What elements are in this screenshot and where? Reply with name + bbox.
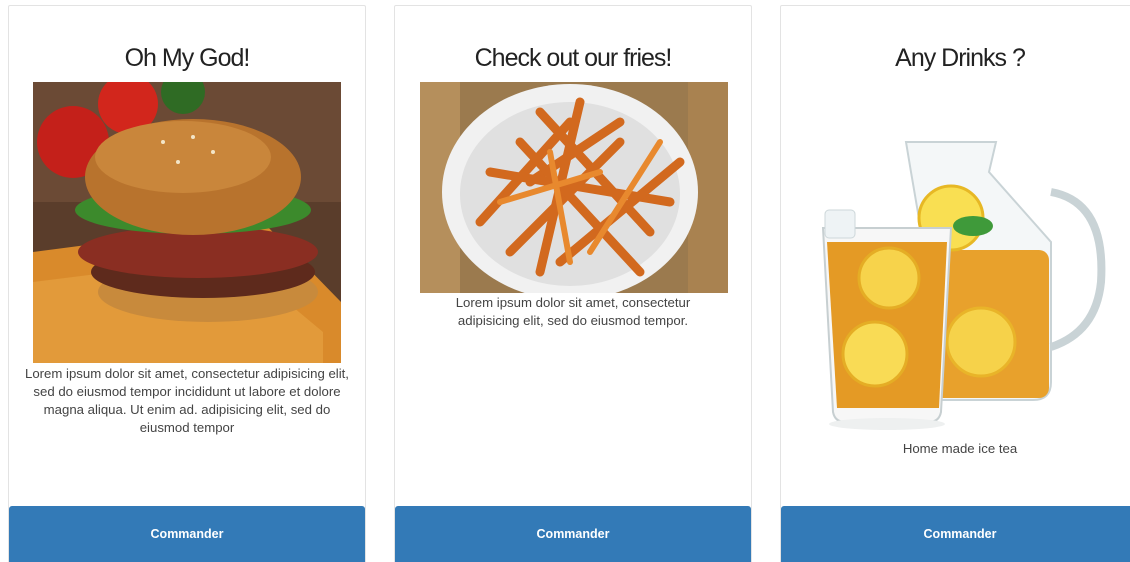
product-card-fries: Check out our fries! Lorem ipsum dolor s… — [394, 5, 752, 562]
card-description: Lorem ipsum dolor sit amet, consectetur … — [25, 366, 349, 435]
card-title: Oh My God! — [124, 44, 251, 72]
fries-image — [420, 82, 728, 293]
card-title: Check out our fries! — [474, 44, 673, 72]
burger-image — [33, 82, 341, 363]
card-description: Home made ice tea — [902, 441, 1018, 456]
iced-tea-image — [801, 132, 1119, 439]
card-title: Any Drinks ? — [895, 44, 1026, 72]
order-button[interactable]: Commander — [395, 506, 751, 562]
card-description: Lorem ipsum dolor sit amet, consectetur … — [455, 295, 691, 328]
product-card-drinks: Any Drinks ? Home made ice tea Commander — [780, 5, 1130, 562]
order-button[interactable]: Commander — [9, 506, 365, 562]
order-button[interactable]: Commander — [781, 506, 1130, 562]
product-card-burger: Oh My God! Lorem ipsum dolor sit amet, c… — [8, 5, 366, 562]
